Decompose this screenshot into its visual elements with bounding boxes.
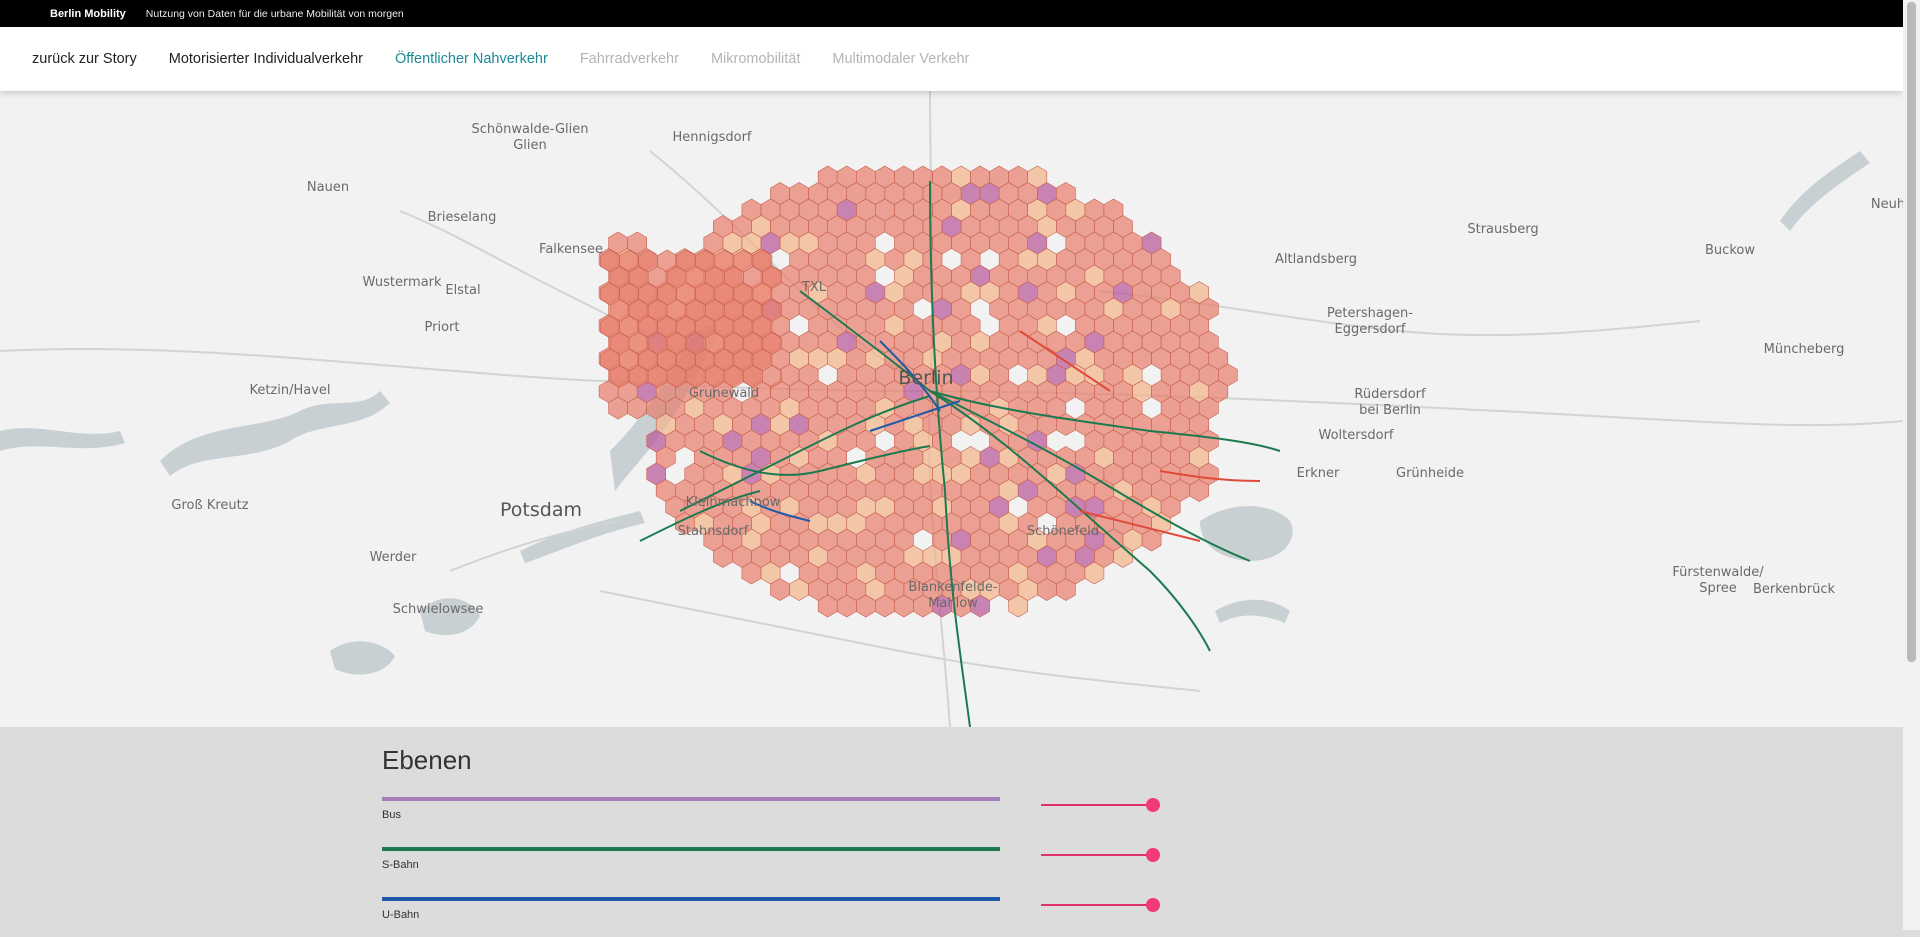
place-label: Hennigsdorf bbox=[672, 130, 751, 145]
place-label: Wustermark bbox=[362, 275, 442, 290]
airport-label: TXL bbox=[801, 280, 827, 295]
place-label: Schwielowsee bbox=[393, 602, 484, 617]
tagline: Nutzung von Daten für die urbane Mobilit… bbox=[145, 7, 404, 20]
place-label: Berkenbrück bbox=[1753, 582, 1836, 597]
place-label: Priort bbox=[425, 320, 460, 335]
layer-name-sbahn: S-Bahn bbox=[382, 859, 419, 871]
layer-color-bar-ubahn bbox=[382, 897, 1000, 901]
place-label: Müncheberg bbox=[1764, 342, 1845, 357]
layer-row-ubahn: U-Bahn bbox=[382, 897, 1162, 937]
layer-color-bar-sbahn bbox=[382, 847, 1000, 851]
layer-name-ubahn: U-Bahn bbox=[382, 909, 420, 921]
nav-back-to-story[interactable]: zurück zur Story bbox=[32, 51, 137, 67]
slider-track[interactable] bbox=[1041, 854, 1153, 856]
place-label-cont: bei Berlin bbox=[1359, 403, 1421, 418]
city-label: Berlin bbox=[898, 367, 953, 389]
place-label: Ketzin/Havel bbox=[249, 383, 330, 398]
place-label: Strausberg bbox=[1467, 222, 1538, 237]
main-navigation: zurück zur Story Motorisierter Individua… bbox=[0, 27, 1903, 91]
place-label: Nauen bbox=[307, 180, 349, 195]
place-label-cont: Glien bbox=[513, 138, 547, 153]
nav-tab-public-transport[interactable]: Öffentlicher Nahverkehr bbox=[395, 51, 548, 67]
nav-tab-bicycle[interactable]: Fahrradverkehr bbox=[580, 51, 679, 67]
place-label: Grunewald bbox=[689, 386, 759, 401]
place-label: Blankenfelde- bbox=[908, 580, 997, 595]
slider-thumb[interactable] bbox=[1146, 898, 1160, 912]
place-label: Kleinmachnow bbox=[686, 495, 781, 510]
place-label: Woltersdorf bbox=[1319, 428, 1394, 443]
place-label: Grünheide bbox=[1396, 466, 1464, 481]
place-label: Stahnsdorf bbox=[678, 524, 749, 539]
layer-name-bus: Bus bbox=[382, 809, 401, 821]
place-label: Petershagen- bbox=[1327, 306, 1413, 321]
slider-track[interactable] bbox=[1041, 904, 1153, 906]
layer-color-bar-bus bbox=[382, 797, 1000, 801]
opacity-slider-sbahn[interactable] bbox=[1041, 848, 1160, 862]
nav-tab-multimodal[interactable]: Multimodaler Verkehr bbox=[832, 51, 969, 67]
layer-row-bus: Bus bbox=[382, 797, 1162, 837]
layers-title: Ebenen bbox=[382, 745, 472, 775]
map-view[interactable]: Schönwalde-Glien Glien Hennigsdorf Nauen… bbox=[0, 91, 1903, 727]
opacity-slider-ubahn[interactable] bbox=[1041, 898, 1160, 912]
place-label-cont: Eggersdorf bbox=[1335, 322, 1406, 337]
nav-tab-micromobility[interactable]: Mikromobilität bbox=[711, 51, 800, 67]
place-label: Werder bbox=[370, 550, 417, 565]
brand-name[interactable]: Berlin Mobility bbox=[50, 8, 126, 20]
place-label: Altlandsberg bbox=[1275, 252, 1357, 267]
slider-thumb[interactable] bbox=[1146, 848, 1160, 862]
place-label: Schönwalde-Glien bbox=[472, 122, 589, 137]
place-label: Falkensee bbox=[539, 242, 603, 257]
layers-panel: Ebenen Bus S-Bahn U-Bahn bbox=[0, 727, 1903, 930]
place-label: Schönefeld bbox=[1027, 524, 1099, 539]
place-label: Potsdam bbox=[500, 499, 582, 521]
nav-tab-individual-traffic[interactable]: Motorisierter Individualverkehr bbox=[169, 51, 363, 67]
place-label: Rüdersdorf bbox=[1354, 387, 1426, 402]
place-label: Groß Kreutz bbox=[171, 498, 248, 513]
layer-row-sbahn: S-Bahn bbox=[382, 847, 1162, 887]
page-scrollbar[interactable] bbox=[1903, 0, 1920, 930]
place-label: Elstal bbox=[445, 283, 480, 298]
scrollbar-thumb[interactable] bbox=[1907, 2, 1916, 662]
map-canvas[interactable]: Schönwalde-Glien Glien Hennigsdorf Nauen… bbox=[0, 91, 1903, 727]
slider-track[interactable] bbox=[1041, 804, 1153, 806]
top-bar: Berlin Mobility Nutzung von Daten für di… bbox=[0, 0, 1903, 27]
place-label: Brieselang bbox=[428, 210, 497, 225]
place-label: Buckow bbox=[1705, 243, 1755, 258]
place-label: Fürstenwalde/ bbox=[1672, 565, 1764, 580]
place-label-cont: Spree bbox=[1699, 581, 1737, 596]
place-label: Neuh bbox=[1871, 197, 1903, 212]
place-label: Erkner bbox=[1297, 466, 1340, 481]
place-label-cont: Mahlow bbox=[928, 596, 978, 611]
slider-thumb[interactable] bbox=[1146, 798, 1160, 812]
opacity-slider-bus[interactable] bbox=[1041, 798, 1160, 812]
